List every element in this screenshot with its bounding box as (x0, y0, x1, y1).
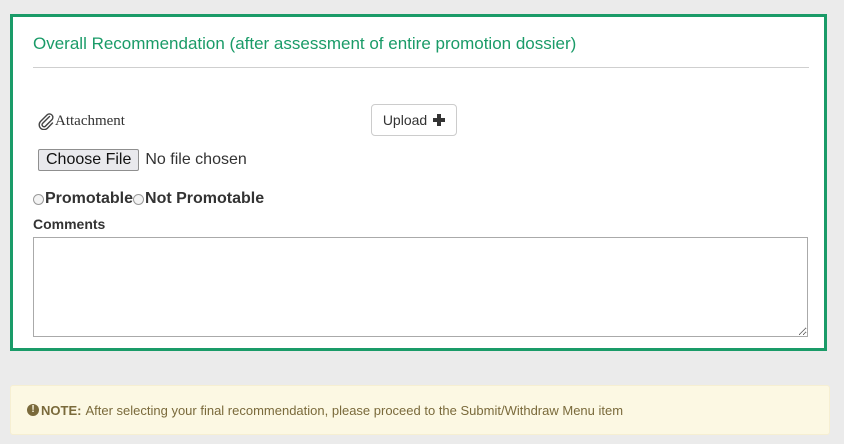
attachment-label: Attachment (55, 112, 125, 129)
file-input: Choose File No file chosen (38, 149, 247, 171)
note-text: After selecting your final recommendatio… (85, 402, 624, 418)
comments-textarea[interactable] (33, 237, 808, 337)
panel-title: Overall Recommendation (after assessment… (33, 34, 577, 53)
overall-recommendation-panel: Overall Recommendation (after assessment… (10, 14, 827, 351)
paperclip-icon (37, 112, 55, 131)
title-divider (33, 67, 809, 68)
choose-file-button[interactable]: Choose File (38, 149, 140, 171)
upload-button[interactable]: Upload (371, 104, 457, 136)
promotable-label[interactable]: Promotable (45, 190, 133, 208)
plus-icon (433, 114, 446, 126)
recommendation-options: Promotable Not Promotable (33, 190, 264, 208)
upload-button-label: Upload (382, 112, 428, 128)
not-promotable-label[interactable]: Not Promotable (145, 190, 264, 208)
promotable-radio[interactable] (33, 193, 44, 205)
attachment-row: Attachment (37, 112, 125, 131)
note-label: NOTE: (41, 402, 82, 418)
not-promotable-radio[interactable] (133, 193, 145, 205)
no-file-chosen-text: No file chosen (145, 151, 247, 168)
comments-label: Comments (33, 216, 106, 232)
info-circle-icon: ! (27, 404, 39, 416)
note-alert: ! NOTE: After selecting your final recom… (10, 385, 830, 435)
